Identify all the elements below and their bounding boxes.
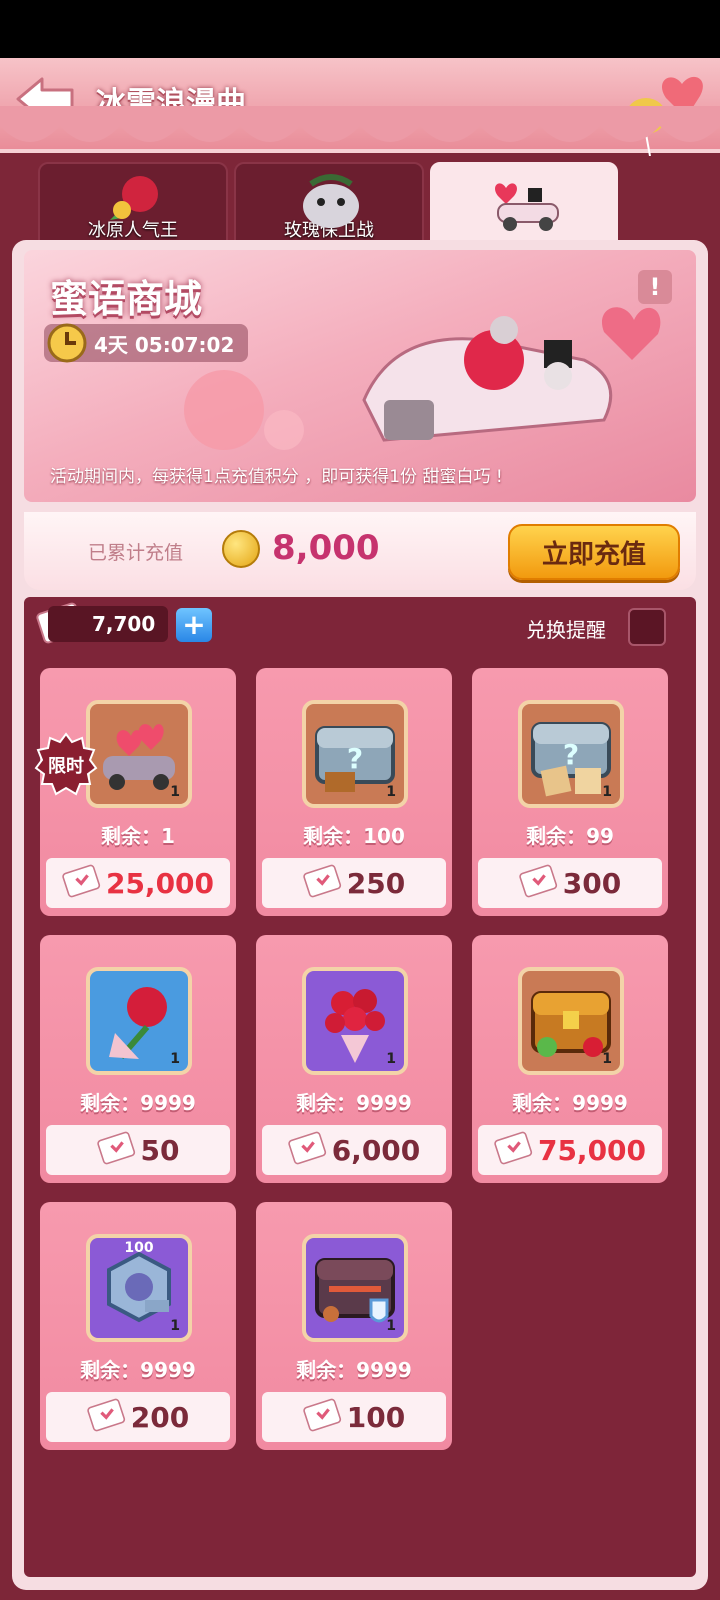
item-price-bar: 100 [262, 1392, 446, 1442]
shop-item-card[interactable]: ? 1 剩余：99 300 [472, 668, 668, 916]
item-quantity: 1 [386, 784, 396, 800]
rose-icon [110, 176, 158, 220]
screen: 冰雪浪漫曲 冰原人气王 玫瑰保卫战 蜜语商城 4天 05:07:02 ! 活动期… [0, 58, 720, 1600]
shop-item-card[interactable]: 1 剩余：9999 100 [256, 1202, 452, 1450]
item-quantity: 1 [170, 1051, 180, 1067]
timer-text: 4天 05:07:02 [94, 332, 235, 357]
banner-description: 活动期间内，每获得1点充值积分 ，即可获得1份 甜蜜白巧 ! [50, 467, 503, 487]
item-price: 25,000 [105, 866, 215, 900]
item-price-bar: 200 [46, 1392, 230, 1442]
item-remaining: 剩余：100 [303, 824, 405, 848]
limited-time-badge: 限时 [34, 732, 98, 796]
item-icon-box: 1 [86, 700, 192, 808]
item-price: 75,000 [537, 1133, 647, 1167]
item-icon-box: 1 [302, 967, 408, 1075]
item-remaining: 剩余：1 [101, 824, 175, 848]
item-price-bar: 250 [262, 858, 446, 908]
item-icon-box: ? 1 [518, 700, 624, 808]
item-quantity: 1 [602, 1051, 612, 1067]
item-amount-badge: 100 [124, 1240, 154, 1256]
yeti-icon [303, 174, 359, 228]
item-quantity: 1 [386, 1051, 396, 1067]
item-icon-box: 1 [86, 967, 192, 1075]
ticket-icon [303, 1395, 343, 1439]
shop-item-card[interactable]: 100 1 剩余：9999 200 [40, 1202, 236, 1450]
recharge-value: 8,000 [272, 528, 380, 568]
ticket-icon [288, 1128, 328, 1172]
exchange-reminder-checkbox[interactable] [628, 608, 666, 646]
shop-banner: 蜜语商城 4天 05:07:02 ! 活动期间内，每获得1点充值积分 ，即可获得… [24, 250, 696, 502]
banner-title: 蜜语商城 [50, 277, 203, 321]
item-remaining: 剩余：9999 [296, 1091, 412, 1115]
shop-item-card[interactable]: ? 1 剩余：100 250 [256, 668, 452, 916]
item-price: 200 [130, 1400, 190, 1434]
countdown-timer: 4天 05:07:02 [44, 323, 249, 363]
exchange-reminder-label: 兑换提醒 [526, 618, 606, 642]
tab-ice-popularity[interactable]: 冰原人气王 [38, 162, 228, 248]
limited-badge-text: 限时 [48, 756, 84, 777]
add-currency-button[interactable]: + [176, 608, 212, 642]
tab-sweet-shop[interactable] [430, 162, 618, 248]
item-price-bar: 50 [46, 1125, 230, 1175]
item-price-bar: 25,000 [46, 858, 230, 908]
recharge-bar: 已累计充值 8,000 立即充值 [24, 512, 696, 590]
clock-icon [47, 323, 87, 363]
item-remaining: 剩余：9999 [512, 1091, 628, 1115]
ticket-icon [494, 1128, 534, 1172]
recharge-button[interactable]: 立即充值 [508, 524, 680, 580]
ticket-icon [62, 861, 102, 905]
svg-text:?: ? [347, 742, 363, 775]
item-price: 6,000 [331, 1133, 421, 1167]
item-remaining: 剩余：9999 [80, 1358, 196, 1382]
recharge-label: 已累计充值 [88, 542, 184, 564]
item-remaining: 剩余：9999 [80, 1091, 196, 1115]
item-quantity: 1 [170, 784, 180, 800]
tab-rose-defense[interactable]: 玫瑰保卫战 [234, 162, 424, 248]
car-icon [495, 183, 559, 231]
item-price-bar: 6,000 [262, 1125, 446, 1175]
shop-item-card[interactable]: 1 剩余：9999 50 [40, 935, 236, 1183]
shop-item-card[interactable]: 1 剩余：9999 6,000 [256, 935, 452, 1183]
item-remaining: 剩余：99 [526, 824, 614, 848]
item-quantity: 1 [386, 1318, 396, 1334]
coin-icon [222, 530, 260, 568]
item-quantity: 1 [170, 1318, 180, 1334]
item-price-bar: 75,000 [478, 1125, 662, 1175]
item-price: 300 [562, 866, 622, 900]
item-price: 250 [346, 866, 406, 900]
item-price: 100 [346, 1400, 406, 1434]
item-icon-box: 1 [302, 1234, 408, 1342]
item-price-bar: 300 [478, 858, 662, 908]
item-price: 50 [140, 1133, 180, 1167]
item-remaining: 剩余：9999 [296, 1358, 412, 1382]
ticket-icon [96, 1128, 137, 1172]
shop-item-card[interactable]: 1 剩余：9999 75,000 [472, 935, 668, 1183]
item-icon-box: 1 [518, 967, 624, 1075]
item-icon-box: 100 1 [86, 1234, 192, 1342]
ticket-icon [87, 1395, 127, 1439]
ticket-icon [303, 861, 343, 905]
item-quantity: 1 [602, 784, 612, 800]
item-icon-box: ? 1 [302, 700, 408, 808]
info-button[interactable]: ! [638, 270, 672, 304]
currency-amount: 7,700 [48, 606, 168, 642]
ticket-icon [519, 861, 559, 905]
